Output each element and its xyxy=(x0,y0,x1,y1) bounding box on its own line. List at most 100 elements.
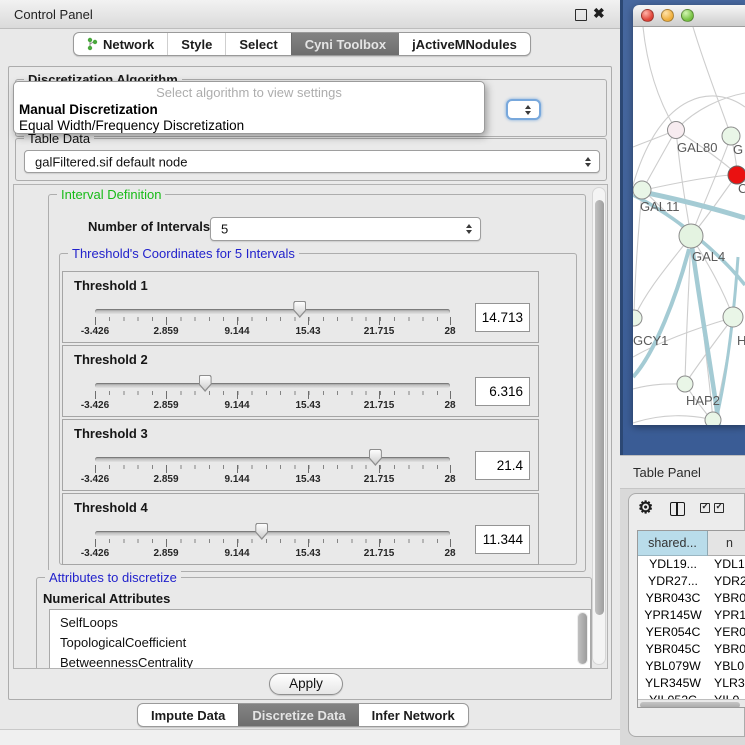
network-canvas[interactable]: GAL80 G C GAL11 GAL4 GCY1 H HAP2 xyxy=(633,27,745,425)
threshold-value-field[interactable]: 11.344 xyxy=(475,525,530,554)
float-window-icon[interactable] xyxy=(575,9,587,21)
select-columns-icon[interactable] xyxy=(700,503,710,513)
combo-stepper-icon xyxy=(585,157,591,167)
threshold-label: Threshold 1 xyxy=(74,278,148,293)
scale-tick-label: 15.43 xyxy=(295,326,320,337)
list-scrollbar[interactable] xyxy=(577,612,588,665)
threshold-2-panel: Threshold 2 -3.426 2.859 9.144 15.43 21.… xyxy=(62,345,539,417)
table-data-value: galFiltered.sif default node xyxy=(35,154,187,169)
scale-tick-label: 2.859 xyxy=(153,548,178,559)
scale-tick-label: 21.715 xyxy=(364,326,395,337)
table-row[interactable]: YLR345WYLR3 xyxy=(638,675,745,692)
table-row[interactable]: YER054CYER0 xyxy=(638,624,745,641)
minimize-traffic-light[interactable] xyxy=(661,9,674,22)
node-gal80[interactable] xyxy=(668,122,685,139)
popup-option-equal-width-frequency[interactable]: Equal Width/Frequency Discretization xyxy=(19,118,244,133)
column-header-shared-name[interactable]: shared... xyxy=(638,531,708,556)
attributes-group-title: Attributes to discretize xyxy=(45,570,181,585)
table-row[interactable]: YBR045CYBR0 xyxy=(638,641,745,658)
scale-tick-label: 2.859 xyxy=(153,474,178,485)
attributes-listbox: SelfLoops TopologicalCoefficient Between… xyxy=(49,609,591,669)
node-gal4[interactable] xyxy=(679,224,703,248)
table-data-combobox[interactable]: galFiltered.sif default node xyxy=(24,150,600,173)
table-row[interactable]: YBR043CYBR0 xyxy=(638,590,745,607)
node-gal11[interactable] xyxy=(633,181,651,199)
scale-tick-label: 9.144 xyxy=(224,326,249,337)
network-icon xyxy=(87,37,98,51)
tab-discretize-data[interactable]: Discretize Data xyxy=(238,704,358,726)
node-bottom[interactable] xyxy=(705,412,721,425)
table-row[interactable]: YDL19...YDL1 xyxy=(638,556,745,573)
tab-label: Infer Network xyxy=(372,708,455,723)
cell: YLR3 xyxy=(708,675,745,692)
apply-button[interactable]: Apply xyxy=(269,673,343,695)
desktop-edge xyxy=(620,0,623,455)
cell: YBL079W xyxy=(638,658,708,675)
popup-option-manual-discretization[interactable]: Manual Discretization xyxy=(19,102,158,117)
table-horizontal-scrollbar[interactable] xyxy=(638,699,745,708)
tab-style[interactable]: Style xyxy=(167,33,225,55)
node-hap2[interactable] xyxy=(677,376,693,392)
list-item[interactable]: BetweennessCentrality xyxy=(50,653,590,669)
threshold-slider-track[interactable] xyxy=(95,383,450,388)
threshold-slider-thumb[interactable] xyxy=(199,375,212,392)
scale-tick-label: 9.144 xyxy=(224,474,249,485)
zoom-traffic-light[interactable] xyxy=(681,9,694,22)
close-traffic-light[interactable] xyxy=(641,9,654,22)
table-row[interactable]: YDR27...YDR2 xyxy=(638,573,745,590)
threshold-slider-track[interactable] xyxy=(95,531,450,536)
screen: Control Panel ✖ Network Style Select Cyn… xyxy=(0,0,745,745)
tab-impute-data[interactable]: Impute Data xyxy=(138,704,238,726)
network-window-titlebar[interactable] xyxy=(633,5,745,27)
threshold-3-panel: Threshold 3 -3.426 2.859 9.144 15.43 21.… xyxy=(62,419,539,491)
threshold-value-field[interactable]: 14.713 xyxy=(475,303,530,332)
slider-scale: -3.426 2.859 9.144 15.43 21.715 28 xyxy=(95,474,450,486)
node-label: C xyxy=(738,181,745,196)
cell: YBR043C xyxy=(638,590,708,607)
control-panel-title: Control Panel xyxy=(14,7,93,22)
algorithm-combobox[interactable] xyxy=(506,99,541,120)
close-icon[interactable]: ✖ xyxy=(593,5,605,22)
network-graph: GAL80 G C GAL11 GAL4 GCY1 H HAP2 xyxy=(633,27,745,425)
select-all-columns-icon[interactable] xyxy=(714,503,724,513)
tab-network[interactable]: Network xyxy=(74,33,167,55)
list-item[interactable]: TopologicalCoefficient xyxy=(50,633,590,653)
threshold-slider-thumb[interactable] xyxy=(293,301,306,318)
threshold-slider-track[interactable] xyxy=(95,457,450,462)
cell: YLR345W xyxy=(638,675,708,692)
threshold-value-field[interactable]: 6.316 xyxy=(475,377,530,406)
tab-select[interactable]: Select xyxy=(225,33,290,55)
column-layout-icon[interactable] xyxy=(670,502,685,516)
table-panel-body: ⚙ shared... n YDL19...YDL1 YDR27...YDR2 … xyxy=(620,489,745,745)
tab-label: Style xyxy=(181,37,212,52)
cell: YDL19... xyxy=(638,556,708,573)
threshold-1-panel: Threshold 1 -3.426 2.859 9.144 15.43 21.… xyxy=(62,271,539,343)
interval-definition-group: Interval Definition Number of Intervals … xyxy=(48,194,586,572)
threshold-label: Threshold 4 xyxy=(74,500,148,515)
thresholds-group: Threshold's Coordinates for 5 Intervals … xyxy=(59,253,577,565)
settings-gear-icon[interactable]: ⚙ xyxy=(638,498,653,518)
scale-tick-label: 2.859 xyxy=(153,400,178,411)
tab-cyni-toolbox[interactable]: Cyni Toolbox xyxy=(291,33,399,55)
panel-vertical-scrollbar[interactable] xyxy=(592,187,606,665)
cell: YBR0 xyxy=(708,641,745,658)
threshold-slider-thumb[interactable] xyxy=(369,449,382,466)
tab-jactivemnodules[interactable]: jActiveMNodules xyxy=(399,33,530,55)
popup-placeholder-option[interactable]: Select algorithm to view settings xyxy=(14,85,484,100)
tab-infer-network[interactable]: Infer Network xyxy=(359,704,468,726)
cell: YER0 xyxy=(708,624,745,641)
table-row[interactable]: YBL079WYBL0 xyxy=(638,658,745,675)
node-h[interactable] xyxy=(723,307,743,327)
table-row[interactable]: YPR145WYPR1 xyxy=(638,607,745,624)
threshold-slider-track[interactable] xyxy=(95,309,450,314)
threshold-slider-thumb[interactable] xyxy=(255,523,268,540)
slider-scale: -3.426 2.859 9.144 15.43 21.715 28 xyxy=(95,400,450,412)
table-header-row: shared... n xyxy=(638,531,745,556)
node-gcy1[interactable] xyxy=(633,310,642,326)
column-header-name[interactable]: n xyxy=(708,531,745,556)
number-of-intervals-combobox[interactable]: 5 xyxy=(210,217,481,241)
tab-label: Cyni Toolbox xyxy=(305,37,386,52)
threshold-value-field[interactable]: 21.4 xyxy=(475,451,530,480)
node-label: GCY1 xyxy=(633,333,668,348)
list-item[interactable]: SelfLoops xyxy=(50,610,590,633)
